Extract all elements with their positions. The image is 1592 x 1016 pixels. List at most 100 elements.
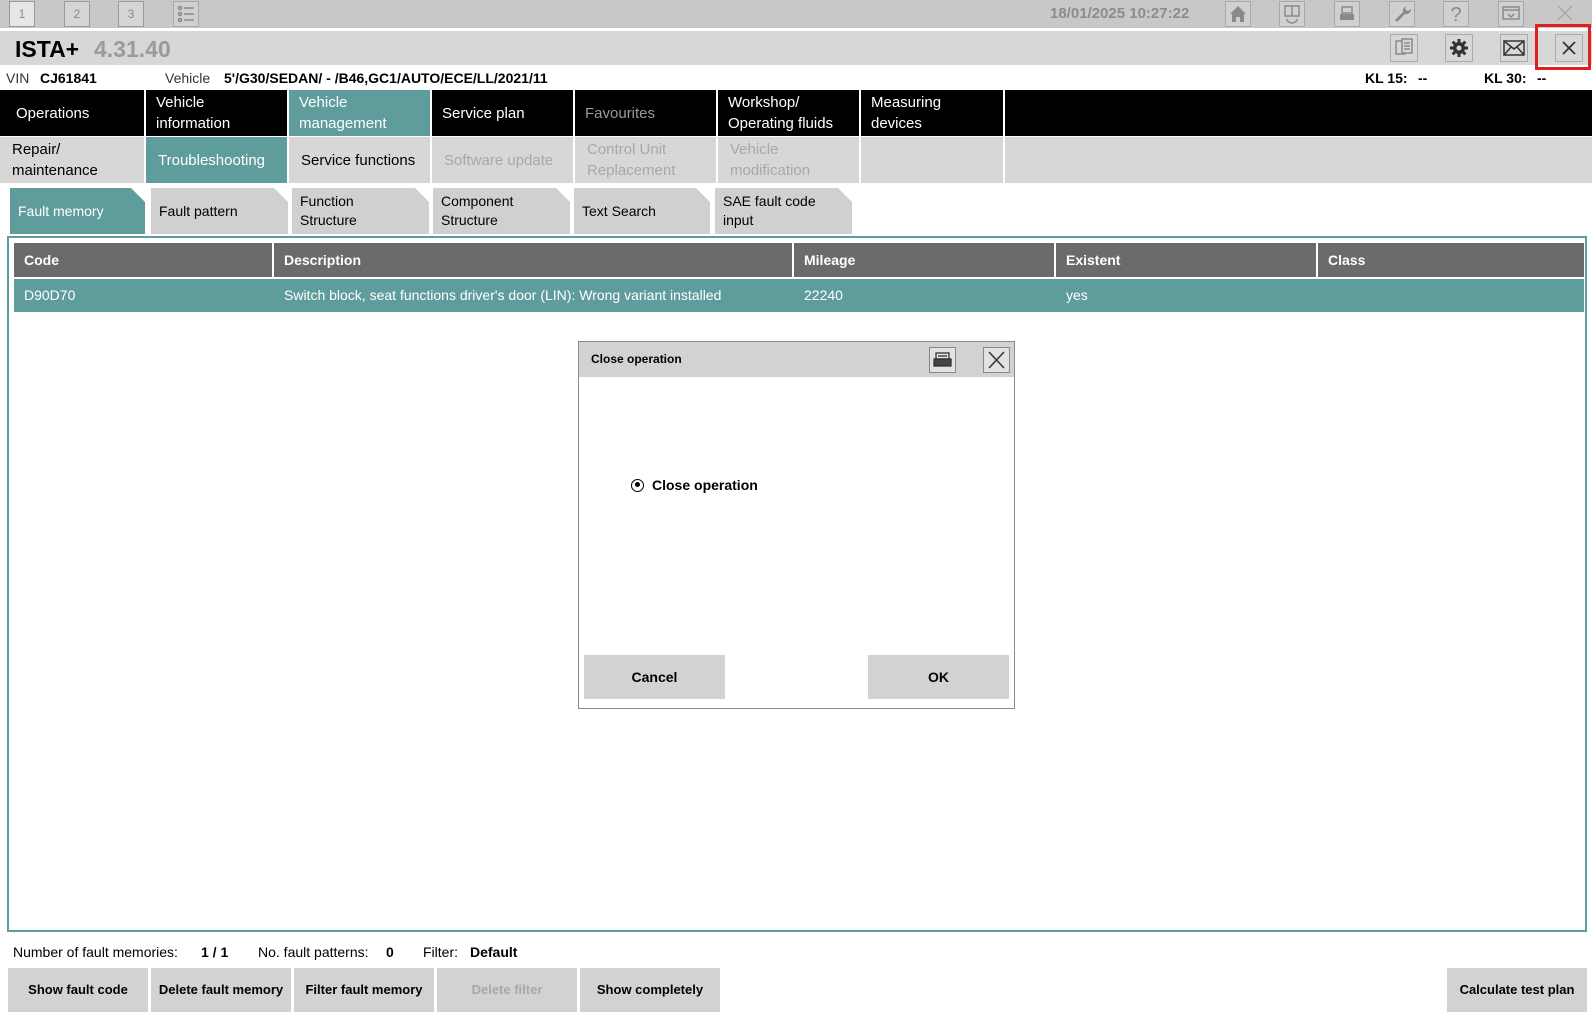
vin-label: VIN (6, 70, 30, 86)
subnav-repair-maintenance[interactable]: Repair/maintenance (0, 137, 146, 183)
title-bar: ISTA+ 4.31.40 (0, 31, 1592, 65)
filter-fault-memory-button[interactable]: Filter fault memory (294, 968, 434, 1012)
sub-navigation: Repair/maintenance Troubleshooting Servi… (0, 137, 1592, 183)
subnav-vehicle-mod-label: Vehicle modification (730, 141, 811, 179)
radio-label: Close operation (652, 477, 758, 493)
delete-fault-memory-button[interactable]: Delete fault memory (151, 968, 291, 1012)
app-name: ISTA+ (15, 36, 80, 62)
subnav-control-unit-replacement[interactable]: Control Unit Replacement (575, 137, 718, 183)
subnav-software-update[interactable]: Software update (432, 137, 575, 183)
show-completely-button[interactable]: Show completely (580, 968, 720, 1012)
ok-button[interactable]: OK (868, 655, 1009, 699)
tab-sae-fault-code-input[interactable]: SAE fault code input (715, 188, 852, 234)
kl30-label: KL 30: (1484, 70, 1527, 86)
nav-measuring-devices[interactable]: Measuring devices (861, 90, 1005, 136)
table-row[interactable]: D90D70 Switch block, seat functions driv… (14, 279, 1584, 312)
svg-text:?: ? (1450, 4, 1461, 26)
show-fault-code-button[interactable]: Show fault code (8, 968, 148, 1012)
cancel-button[interactable]: Cancel (584, 655, 725, 699)
close-operation-dialog: Close operation Close operation Cancel O… (578, 341, 1015, 709)
vin-value: CJ61841 (40, 70, 97, 86)
print-icon[interactable] (929, 347, 956, 373)
cell-mileage: 22240 (804, 287, 843, 303)
table-header: Code Description Mileage Existent Class (14, 243, 1584, 277)
settings-gear-icon[interactable] (1445, 34, 1473, 62)
cell-code: D90D70 (24, 287, 76, 303)
workspace-tab-2[interactable]: 2 (64, 1, 90, 27)
nav-workshop-operating-fluids[interactable]: Workshop/Operating fluids (718, 90, 861, 136)
top-bar: 1 2 3 18/01/2025 10:27:22 ? (0, 0, 1592, 28)
nav-vehicle-management[interactable]: Vehicle management (289, 90, 432, 136)
column-header-class[interactable]: Class (1318, 243, 1584, 277)
display-icon[interactable] (1498, 1, 1524, 27)
nav-vehicle-management-label: Vehicle management (299, 94, 387, 132)
subnav-troubleshooting[interactable]: Troubleshooting (146, 137, 289, 183)
workspace-tab-3[interactable]: 3 (118, 1, 144, 27)
wrench-icon[interactable] (1389, 1, 1415, 27)
close-operation-radio-option[interactable]: Close operation (631, 477, 758, 493)
cell-existent: yes (1066, 287, 1088, 303)
tab-component-structure[interactable]: Component Structure (433, 188, 570, 234)
tab-text-search-label: Text Search (582, 202, 656, 219)
tab-component-structure-label: Component Structure (441, 193, 514, 228)
tab-function-structure[interactable]: Function Structure (292, 188, 429, 234)
documents-icon[interactable] (1390, 34, 1418, 62)
kl15-label: KL 15: (1365, 70, 1408, 86)
tab-sae-label: SAE fault code input (723, 193, 816, 228)
nav-service-plan[interactable]: Service plan (432, 90, 575, 136)
vehicle-label: Vehicle (165, 70, 211, 86)
column-header-code[interactable]: Code (14, 243, 274, 277)
nav-workshop-label: Workshop/Operating fluids (728, 94, 834, 132)
subnav-control-unit-label: Control Unit Replacement (587, 141, 676, 179)
tab-fault-pattern[interactable]: Fault pattern (151, 188, 288, 234)
column-header-description[interactable]: Description (274, 243, 794, 277)
column-header-existent[interactable]: Existent (1056, 243, 1318, 277)
nav-vehicle-information[interactable]: Vehicle information (146, 90, 289, 136)
cell-description: Switch block, seat functions driver's do… (284, 287, 722, 303)
delete-filter-button[interactable]: Delete filter (437, 968, 577, 1012)
help-icon[interactable]: ? (1443, 1, 1469, 27)
app-version: 4.31.40 (94, 36, 171, 62)
dialog-title-bar: Close operation (579, 342, 1014, 377)
filter-label: Filter: (423, 944, 458, 960)
print-icon[interactable] (1334, 1, 1360, 27)
list-icon[interactable] (173, 1, 199, 27)
nav-operations[interactable]: Operations (0, 90, 146, 136)
subnav-service-functions[interactable]: Service functions (289, 137, 432, 183)
vehicle-value: 5'/G30/SEDAN/ - /B46,GC1/AUTO/ECE/LL/202… (224, 70, 548, 86)
subnav-vehicle-modification[interactable]: Vehicle modification (718, 137, 861, 183)
nav-operations-label: Operations (16, 104, 90, 122)
home-icon[interactable] (1225, 1, 1251, 27)
tab-fault-memory-label: Fault memory (18, 202, 104, 219)
radio-selected-icon[interactable] (631, 478, 644, 492)
column-header-mileage[interactable]: Mileage (794, 243, 1056, 277)
tab-text-search[interactable]: Text Search (574, 188, 710, 234)
filter-value: Default (470, 944, 518, 960)
nav-measuring-devices-label: Measuring devices (871, 94, 942, 132)
diagnosis-icon[interactable] (1279, 1, 1305, 27)
main-navigation: Operations Vehicle information Vehicle ma… (0, 90, 1592, 136)
subnav-repair-label: Repair/maintenance (12, 141, 98, 179)
nav-favourites-label: Favourites (585, 104, 656, 122)
kl30-value: -- (1537, 70, 1547, 86)
fault-memories-value: 1 / 1 (201, 944, 229, 960)
subnav-troubleshooting-label: Troubleshooting (158, 151, 266, 169)
datetime: 18/01/2025 10:27:22 (1050, 5, 1190, 22)
nav-service-plan-label: Service plan (442, 104, 525, 122)
tab-fault-memory[interactable]: Fault memory (10, 188, 145, 234)
fault-memories-label: Number of fault memories: (13, 944, 178, 960)
nav-vehicle-information-label: Vehicle information (156, 94, 231, 132)
nav-favourites[interactable]: Favourites (575, 90, 718, 136)
cell-class (1318, 279, 1584, 312)
fault-patterns-label: No. fault patterns: (258, 944, 369, 960)
workspace-tab-1[interactable]: 1 (9, 1, 35, 27)
subnav-empty-slot (861, 137, 1005, 183)
tab-fault-pattern-label: Fault pattern (159, 202, 238, 219)
close-icon[interactable] (983, 347, 1010, 373)
vehicle-info-bar: VIN CJ61841 Vehicle 5'/G30/SEDAN/ - /B46… (0, 67, 1592, 89)
kl15-value: -- (1418, 70, 1428, 86)
calculate-test-plan-button[interactable]: Calculate test plan (1447, 968, 1587, 1012)
mail-icon[interactable] (1500, 34, 1528, 62)
dialog-title: Close operation (591, 352, 682, 366)
fault-patterns-value: 0 (386, 944, 394, 960)
